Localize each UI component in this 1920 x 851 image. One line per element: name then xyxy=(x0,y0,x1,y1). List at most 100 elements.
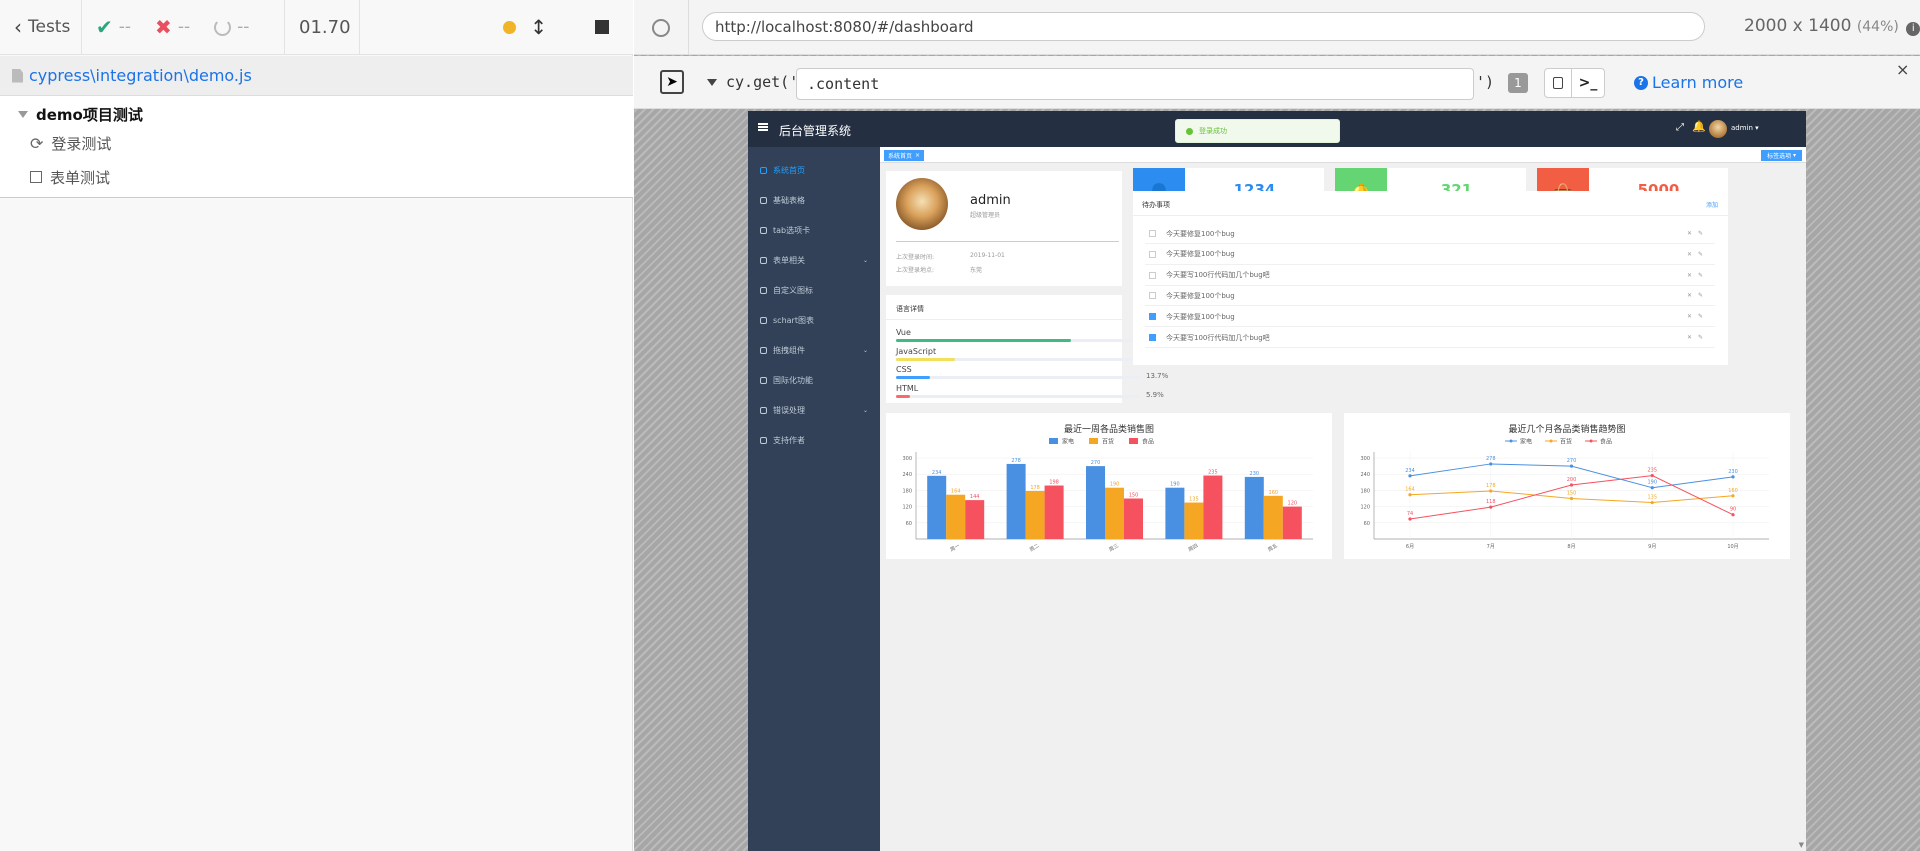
todo-actions[interactable]: ✕ ✎ xyxy=(1687,334,1715,341)
sidebar-item[interactable]: 国际化功能 xyxy=(748,365,880,395)
data-point xyxy=(1489,505,1493,509)
sidebar-item[interactable]: 基础表格 xyxy=(748,185,880,215)
language-track xyxy=(896,376,1141,379)
chevron-down-icon: ⌄ xyxy=(862,256,868,264)
todo-item[interactable]: 今天要修复100个bug ✕ ✎ xyxy=(1145,224,1715,244)
todo-checkbox[interactable] xyxy=(1149,230,1156,237)
last-login-value: 2019-11-01 xyxy=(970,252,1005,259)
menu-toggle-icon-mid xyxy=(758,126,768,128)
line-chart-card: 最近几个月各品类销售趋势图 家电 百货 食品 60 120 180 240 300 6月 7月 8月 9… xyxy=(1344,413,1790,559)
auto-scroll-toggle[interactable]: ↕ xyxy=(530,15,547,39)
back-to-tests-link[interactable]: ‹ Tests xyxy=(0,0,82,55)
copy-button[interactable] xyxy=(1544,68,1572,98)
todo-item[interactable]: 今天要修复100个bug ✕ ✎ xyxy=(1145,307,1715,328)
todo-checkbox[interactable] xyxy=(1149,313,1156,321)
todo-add-button[interactable]: 添加 xyxy=(1706,200,1718,209)
data-point xyxy=(1650,486,1654,490)
data-point xyxy=(1408,493,1412,497)
todo-card: 待办事项 添加 今天要修复100个bug ✕ ✎ 今天要修复100个bug ✕ ✎ 今天… xyxy=(1133,191,1728,365)
selector-playground-button[interactable] xyxy=(634,0,689,55)
todo-item[interactable]: 今天要修复100个bug ✕ ✎ xyxy=(1145,286,1715,307)
bar xyxy=(1105,487,1124,539)
selector-input[interactable]: .content xyxy=(796,68,1474,100)
sidebar-item-label: 错误处理 xyxy=(773,405,805,415)
bell-icon[interactable]: 🔔 xyxy=(1692,120,1706,133)
data-point xyxy=(1650,473,1654,478)
print-console-button[interactable]: >_ xyxy=(1571,68,1605,98)
runner-header: ‹ Tests ✔ -- ✖ -- -- 01.70 ↕ xyxy=(0,0,633,55)
todo-checkbox[interactable] xyxy=(1149,334,1156,341)
sidebar-item[interactable]: 拖拽组件 ⌄ xyxy=(748,335,880,365)
test-row-running[interactable]: ⟳ 登录测试 xyxy=(30,131,111,155)
scroll-down-icon[interactable]: ▼ xyxy=(1799,841,1804,849)
profile-role: 超级管理员 xyxy=(970,212,1001,219)
bar-chart-card: 最近一周各品类销售图 家电 百货 食品 60 120 180 240 300 周一 234 164 14… xyxy=(886,413,1332,559)
stop-button[interactable] xyxy=(595,20,609,34)
todo-title: 待办事项 xyxy=(1142,201,1170,209)
avatar[interactable] xyxy=(1709,120,1727,138)
sidebar-item[interactable]: 自定义图标 xyxy=(748,275,880,305)
sidebar-item-label: 表单相关 xyxy=(773,255,805,265)
todo-actions[interactable]: ✕ ✎ xyxy=(1687,230,1715,237)
monthly-trend-line-chart: 最近几个月各品类销售趋势图家电 百货 食品 60 120 180 240 300 6月 7月 8月 9… xyxy=(1360,423,1769,550)
close-icon[interactable]: × xyxy=(1896,60,1909,79)
todo-item[interactable]: 今天要写100行代码加几个bug吧 ✕ ✎ xyxy=(1145,328,1715,348)
language-row: Vue71.3% xyxy=(896,328,1171,343)
chevron-left-icon: ‹ xyxy=(14,15,22,39)
command-dropdown-icon[interactable] xyxy=(707,79,717,86)
todo-text: 今天要写100行代码加几个bug吧 xyxy=(1166,333,1270,342)
data-label: 118 xyxy=(1486,499,1496,505)
terminal-icon: >_ xyxy=(1578,75,1598,91)
sidebar-item[interactable]: 表单相关 ⌄ xyxy=(748,245,880,275)
app-header: 后台管理系统 登录成功 ⤢ 🔔 admin ▾ xyxy=(748,111,1806,147)
bar xyxy=(1025,490,1045,539)
language-row: JavaScript24.1% xyxy=(896,347,1171,362)
todo-checkbox[interactable] xyxy=(1149,250,1156,258)
match-count-badge: 1 xyxy=(1508,73,1528,93)
user-menu[interactable]: admin ▾ xyxy=(1731,124,1759,132)
todo-actions[interactable]: ✕ ✎ xyxy=(1687,272,1715,279)
cross-icon: ✖ xyxy=(155,15,172,39)
learn-more-link[interactable]: ? Learn more xyxy=(1634,73,1743,92)
y-tick-label: 120 xyxy=(1360,505,1370,511)
todo-item[interactable]: 今天要修复100个bug ✕ ✎ xyxy=(1145,245,1715,265)
selector-pick-button[interactable]: ➤ xyxy=(660,70,684,94)
sidebar-item[interactable]: 错误处理 ⌄ xyxy=(748,395,880,425)
sidebar-item[interactable]: 支持作者 xyxy=(748,425,880,455)
data-point xyxy=(1569,464,1574,468)
todo-actions[interactable]: ✕ ✎ xyxy=(1687,251,1715,258)
data-point xyxy=(1731,513,1735,517)
failed-stat: ✖ -- xyxy=(155,15,191,39)
todo-checkbox[interactable] xyxy=(1149,292,1156,300)
sidebar-item[interactable]: schart图表 xyxy=(748,305,880,335)
todo-item[interactable]: 今天要写100行代码加几个bug吧 ✕ ✎ xyxy=(1145,266,1715,286)
last-login-label: 上次登录时间: xyxy=(896,254,935,261)
test-row-pending[interactable]: 表单测试 xyxy=(30,165,110,189)
bar xyxy=(927,475,947,539)
check-icon: ✔ xyxy=(96,15,113,39)
tags-options-button[interactable]: 标签选项 ▾ xyxy=(1761,150,1802,161)
y-tick-label: 180 xyxy=(902,488,912,494)
close-tab-icon[interactable]: × xyxy=(915,152,920,159)
todo-checkbox[interactable] xyxy=(1149,271,1156,279)
x-tick-label: 周一 xyxy=(949,543,961,553)
sidebar-item[interactable]: tab选项卡 xyxy=(748,215,880,245)
todo-actions[interactable]: ✕ ✎ xyxy=(1687,313,1715,320)
info-icon[interactable]: i xyxy=(1906,22,1920,36)
tab-dashboard[interactable]: 系统首页 × xyxy=(884,150,925,161)
suite-row[interactable]: demo项目测试 xyxy=(18,102,143,126)
x-tick-label: 周五 xyxy=(1267,543,1279,553)
language-row: HTML 5.9% xyxy=(896,384,1171,399)
todo-text: 今天要修复100个bug xyxy=(1166,291,1235,300)
stats-group: ✔ -- ✖ -- -- xyxy=(82,0,285,55)
data-label: 278 xyxy=(1486,456,1496,462)
profile-card: admin 超级管理员 上次登录时间: 2019-11-01 上次登录地点: 东… xyxy=(886,171,1122,286)
sidebar-item[interactable]: 系统首页 xyxy=(748,155,880,185)
spec-path-link[interactable]: cypress\integration\demo.js xyxy=(29,66,252,85)
data-label: 190 xyxy=(1170,482,1180,488)
language-title-divider xyxy=(886,319,1122,320)
data-label: 178 xyxy=(1030,485,1040,491)
fullscreen-icon[interactable]: ⤢ xyxy=(1676,122,1684,133)
todo-actions[interactable]: ✕ ✎ xyxy=(1687,292,1715,299)
url-input[interactable]: http://localhost:8080/#/dashboard xyxy=(702,12,1705,41)
